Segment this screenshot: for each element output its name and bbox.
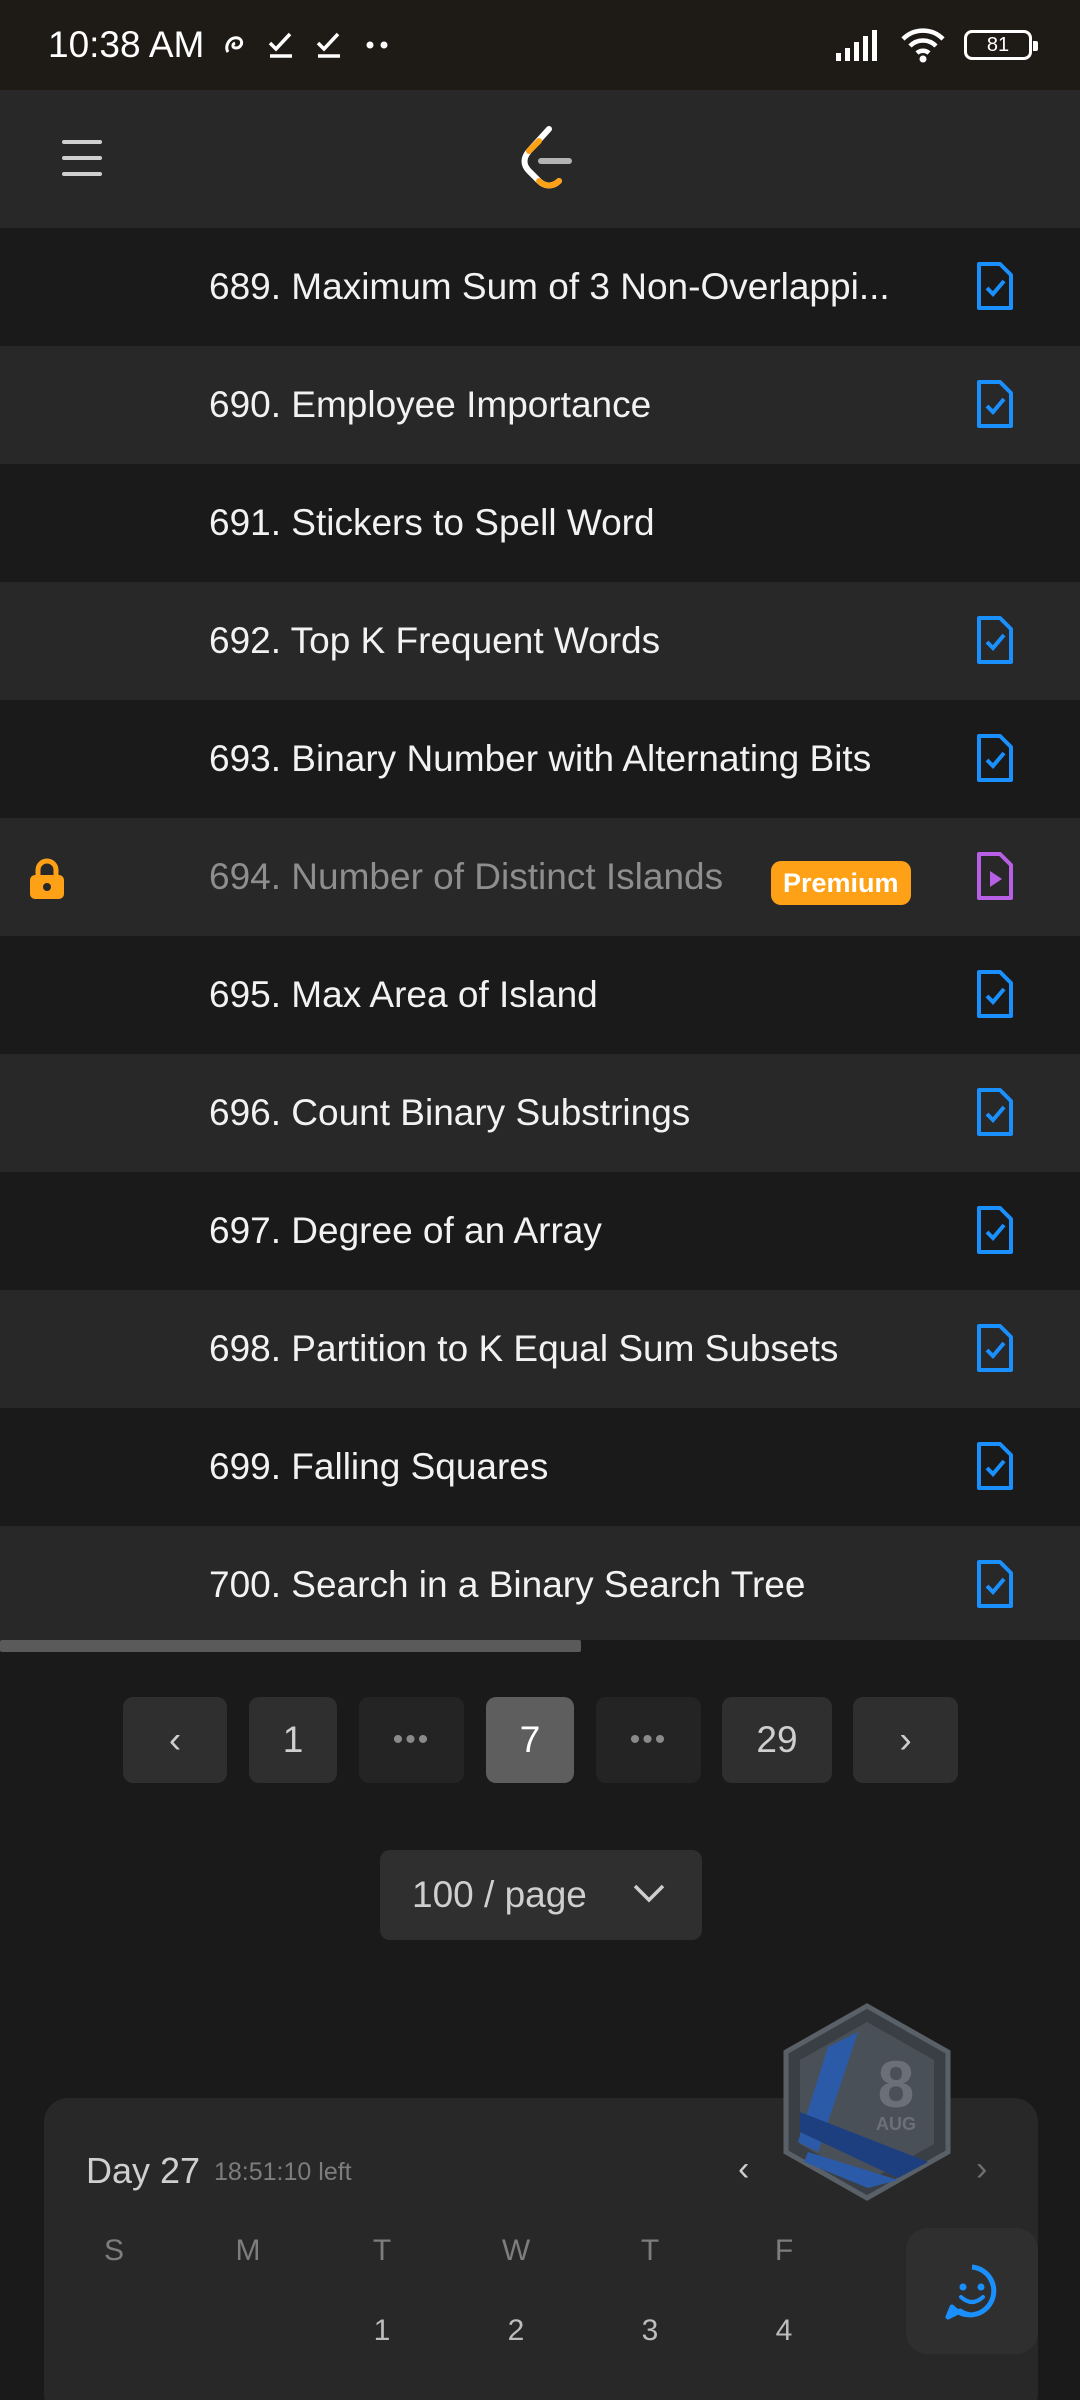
page-button-first[interactable]: 1 xyxy=(249,1697,337,1783)
leetcode-logo[interactable] xyxy=(515,125,575,191)
status-bar: 10:38 AM 81 xyxy=(0,0,1080,90)
app-header xyxy=(0,90,1080,228)
signal-icon xyxy=(836,30,877,61)
more-dots-icon xyxy=(366,41,388,49)
calendar-next-button[interactable]: › xyxy=(976,2150,987,2189)
problem-row[interactable]: 697. Degree of an Array xyxy=(0,1172,1080,1290)
scrollbar-thumb[interactable] xyxy=(0,1640,581,1652)
solution-video-icon[interactable] xyxy=(976,851,1014,901)
page-ellipsis-left[interactable]: ••• xyxy=(359,1697,464,1783)
problem-title[interactable]: 689. Maximum Sum of 3 Non-Overlappi... xyxy=(209,266,890,308)
check-icon xyxy=(317,32,341,58)
pagination: ‹ 1 ••• 7 ••• 29 › xyxy=(0,1697,1080,1783)
problem-row[interactable]: 699. Falling Squares xyxy=(0,1408,1080,1526)
page-size-value: 100 / page xyxy=(412,1874,587,1915)
battery-level: 81 xyxy=(986,33,1010,56)
solution-doc-check-icon[interactable] xyxy=(976,379,1014,429)
weekday-label: M xyxy=(235,2234,261,2267)
page-ellipsis-right[interactable]: ••• xyxy=(596,1697,701,1783)
chat-support-button[interactable] xyxy=(906,2228,1038,2354)
page-button-current[interactable]: 7 xyxy=(486,1697,574,1783)
status-time: 10:38 AM xyxy=(48,24,205,65)
solution-doc-check-icon[interactable] xyxy=(976,1441,1014,1491)
problem-row[interactable]: 693. Binary Number with Alternating Bits xyxy=(0,700,1080,818)
solution-doc-check-icon[interactable] xyxy=(976,615,1014,665)
problem-list: 689. Maximum Sum of 3 Non-Overlappi... 6… xyxy=(0,228,1080,1644)
problem-title[interactable]: 697. Degree of an Array xyxy=(209,1210,602,1252)
calendar-prev-button[interactable]: ‹ xyxy=(738,2150,749,2189)
problem-title[interactable]: 690. Employee Importance xyxy=(209,384,651,426)
problem-row[interactable]: 696. Count Binary Substrings xyxy=(0,1054,1080,1172)
battery-icon: 81 xyxy=(964,30,1038,60)
prev-page-button[interactable]: ‹ xyxy=(123,1697,227,1783)
chevron-down-icon xyxy=(633,1884,665,1903)
calendar-day-title: Day 27 xyxy=(86,2150,201,2191)
problem-title[interactable]: 694. Number of Distinct Islands xyxy=(209,856,723,898)
horizontal-scrollbar[interactable] xyxy=(0,1640,1080,1652)
chat-smile-icon xyxy=(945,2264,997,2320)
badge-month: AUG xyxy=(876,2114,916,2134)
weekday-label: F xyxy=(774,2234,794,2267)
problem-row[interactable]: 690. Employee Importance xyxy=(0,346,1080,464)
calendar-date[interactable]: 3 xyxy=(630,2314,670,2348)
notification-icon xyxy=(225,36,244,53)
solution-doc-check-icon[interactable] xyxy=(976,969,1014,1019)
page-button-last[interactable]: 29 xyxy=(722,1697,832,1783)
problem-title[interactable]: 691. Stickers to Spell Word xyxy=(209,502,655,544)
problem-row[interactable]: 700. Search in a Binary Search Tree xyxy=(0,1526,1080,1644)
problem-row[interactable]: 689. Maximum Sum of 3 Non-Overlappi... xyxy=(0,228,1080,346)
next-page-button[interactable]: › xyxy=(853,1697,958,1783)
solution-doc-check-icon[interactable] xyxy=(976,1087,1014,1137)
solution-doc-check-icon[interactable] xyxy=(976,1559,1014,1609)
hamburger-menu-icon[interactable] xyxy=(62,140,102,176)
problem-row-premium[interactable]: 694. Number of Distinct Islands Premium xyxy=(0,818,1080,936)
weekday-label: T xyxy=(640,2234,660,2267)
problem-row[interactable]: 692. Top K Frequent Words xyxy=(0,582,1080,700)
lock-icon xyxy=(30,858,64,899)
premium-badge: Premium xyxy=(771,861,911,905)
status-system-icons: 81 xyxy=(834,27,1038,63)
monthly-badge-icon[interactable]: 8 AUG xyxy=(778,2002,956,2202)
weekday-label: S xyxy=(103,2234,124,2267)
calendar-date[interactable]: 1 xyxy=(362,2314,402,2348)
page-size-select[interactable]: 100 / page xyxy=(380,1850,702,1940)
problem-title[interactable]: 695. Max Area of Island xyxy=(209,974,598,1016)
status-notification-icons xyxy=(222,30,392,60)
problem-row[interactable]: 698. Partition to K Equal Sum Subsets xyxy=(0,1290,1080,1408)
problem-row[interactable]: 695. Max Area of Island xyxy=(0,936,1080,1054)
solution-doc-check-icon[interactable] xyxy=(976,1323,1014,1373)
badge-day: 8 xyxy=(878,2047,915,2121)
problem-title[interactable]: 699. Falling Squares xyxy=(209,1446,548,1488)
weekday-label: W xyxy=(501,2234,531,2267)
problem-title[interactable]: 698. Partition to K Equal Sum Subsets xyxy=(209,1328,838,1370)
check-icon xyxy=(269,32,293,58)
problem-title[interactable]: 696. Count Binary Substrings xyxy=(209,1092,690,1134)
calendar-date[interactable]: 4 xyxy=(764,2314,804,2348)
calendar-date[interactable]: 2 xyxy=(496,2314,536,2348)
solution-doc-check-icon[interactable] xyxy=(976,1205,1014,1255)
problem-title[interactable]: 692. Top K Frequent Words xyxy=(209,620,660,662)
calendar-time-left: 18:51:10 left xyxy=(214,2158,352,2186)
problem-row[interactable]: 691. Stickers to Spell Word xyxy=(0,464,1080,582)
problem-title[interactable]: 700. Search in a Binary Search Tree xyxy=(209,1564,805,1606)
wifi-icon xyxy=(901,28,945,63)
solution-doc-check-icon[interactable] xyxy=(976,261,1014,311)
weekday-label: T xyxy=(372,2234,392,2267)
problem-title[interactable]: 693. Binary Number with Alternating Bits xyxy=(209,738,871,780)
solution-doc-check-icon[interactable] xyxy=(976,733,1014,783)
